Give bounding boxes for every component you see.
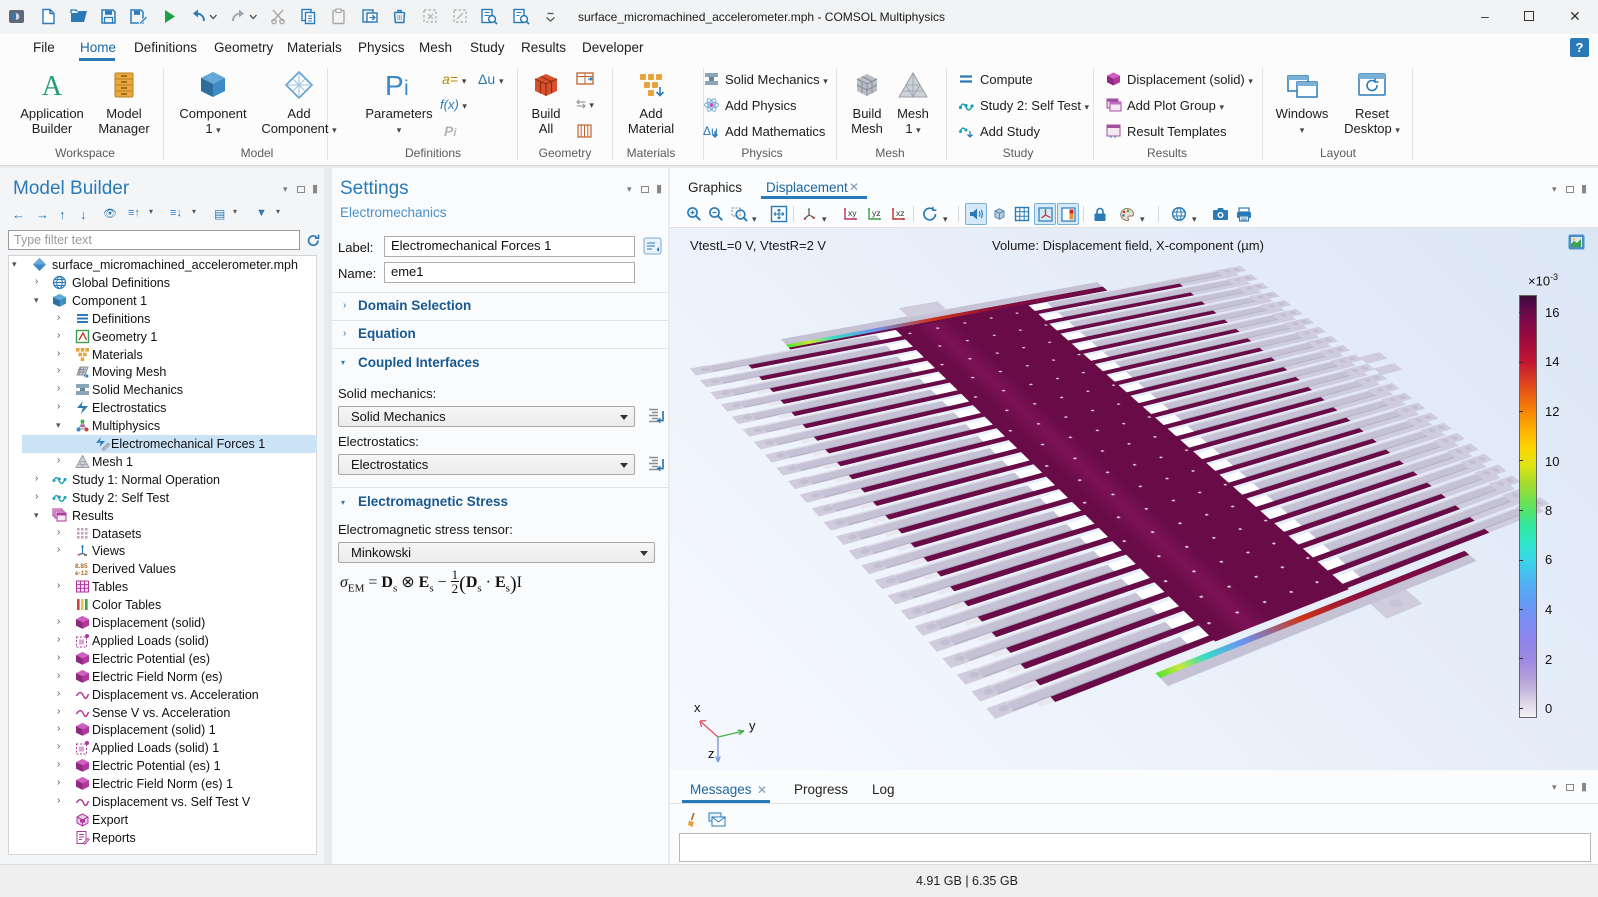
svg-text:e-12: e-12 <box>75 570 88 576</box>
svg-text:xz: xz <box>896 208 905 218</box>
svg-text:yz: yz <box>872 208 881 218</box>
svg-text:P: P <box>385 70 404 101</box>
svg-text:y: y <box>749 718 756 733</box>
svg-text:xy: xy <box>848 208 857 218</box>
svg-text:A: A <box>42 71 63 100</box>
svg-text:i: i <box>404 77 409 100</box>
svg-text:x: x <box>694 700 701 715</box>
svg-text:z: z <box>708 746 715 761</box>
svg-text:8.85: 8.85 <box>75 563 88 570</box>
